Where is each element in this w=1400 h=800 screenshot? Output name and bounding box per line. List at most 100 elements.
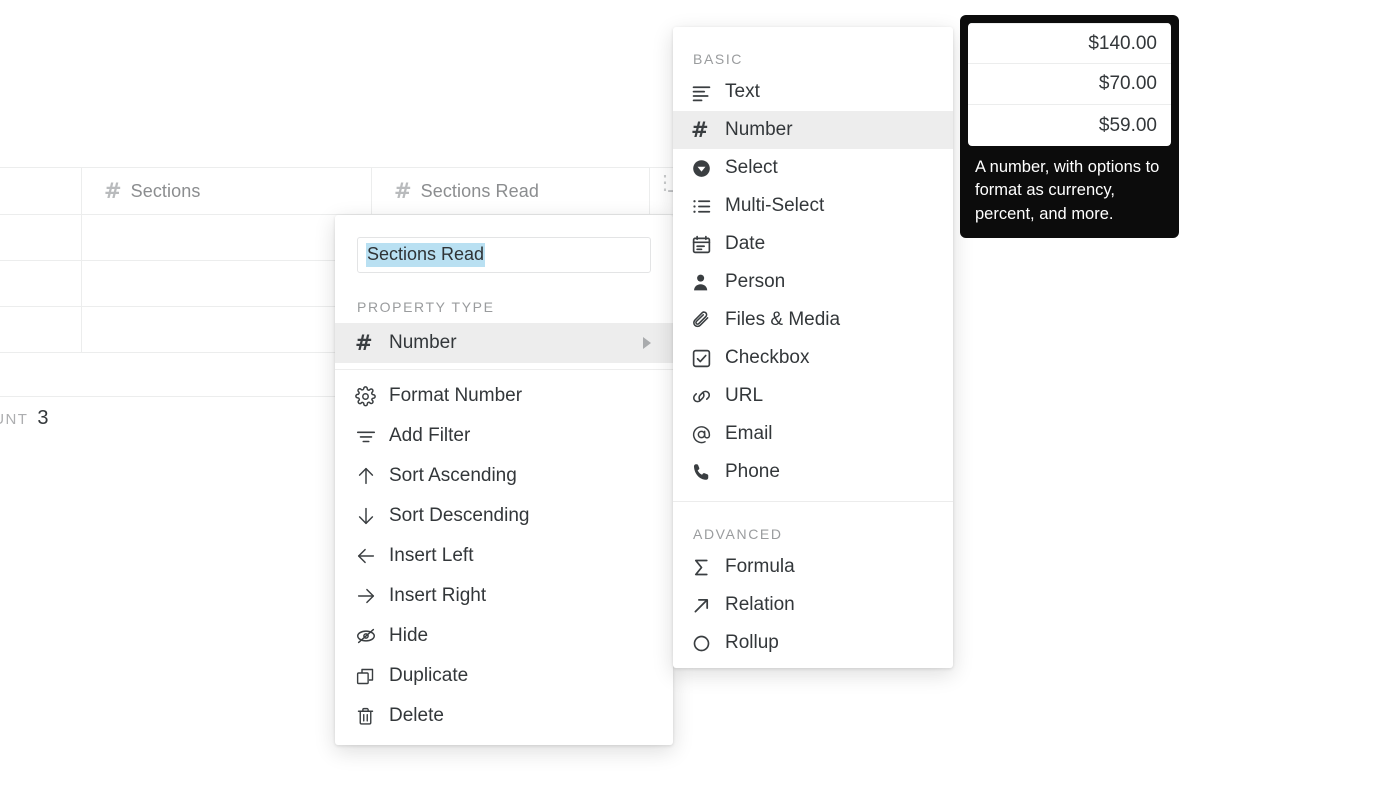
- hash-icon: #: [104, 179, 122, 203]
- type-item-label: Relation: [725, 594, 795, 615]
- type-item-checkbox[interactable]: Checkbox: [673, 339, 953, 377]
- type-item-label: Email: [725, 423, 773, 444]
- menu-item-label: Sort Ascending: [389, 465, 517, 486]
- column-header-sections[interactable]: # Sections: [82, 168, 372, 214]
- type-item-url[interactable]: URL: [673, 377, 953, 415]
- tooltip-preview-row: $70.00: [968, 64, 1171, 105]
- arrow-right-icon: [355, 585, 385, 607]
- arrow-up-icon: [355, 465, 385, 487]
- type-item-label: Multi-Select: [725, 195, 825, 216]
- hash-icon: #: [355, 331, 373, 355]
- type-menu-divider: [673, 501, 953, 502]
- count-label: COUNT: [0, 411, 29, 428]
- row-handle-cell: [0, 307, 82, 352]
- menu-item-property-type-number[interactable]: # Number: [335, 323, 673, 363]
- tooltip-description: A number, with options to format as curr…: [975, 158, 1160, 223]
- type-item-phone[interactable]: Phone: [673, 453, 953, 491]
- hash-icon: #: [691, 118, 709, 142]
- table-cell-sections[interactable]: [82, 215, 372, 260]
- menu-item-label: Number: [389, 332, 457, 353]
- type-item-label: Select: [725, 157, 778, 178]
- property-name-input[interactable]: Sections Read: [357, 237, 651, 273]
- menu-item-duplicate[interactable]: Duplicate: [335, 656, 673, 696]
- type-item-number[interactable]: # Number: [673, 111, 953, 149]
- chevron-right-icon: [643, 337, 651, 349]
- calendar-icon: [691, 234, 721, 255]
- multi-select-icon: [691, 196, 721, 217]
- type-item-formula[interactable]: Formula: [673, 548, 953, 586]
- person-icon: [691, 272, 721, 293]
- rollup-icon: [691, 633, 721, 654]
- type-item-email[interactable]: Email: [673, 415, 953, 453]
- count-value: 3: [37, 407, 49, 429]
- type-item-label: Files & Media: [725, 309, 841, 330]
- basic-section-label: BASIC: [693, 51, 744, 67]
- arrow-diagonal-icon: [691, 595, 721, 616]
- type-item-label: Person: [725, 271, 786, 292]
- at-icon: [691, 424, 721, 445]
- menu-item-sort-descending[interactable]: Sort Descending: [335, 496, 673, 536]
- hash-icon: #: [394, 179, 412, 203]
- menu-item-hide[interactable]: Hide: [335, 616, 673, 656]
- menu-item-insert-left[interactable]: Insert Left: [335, 536, 673, 576]
- menu-item-sort-ascending[interactable]: Sort Ascending: [335, 456, 673, 496]
- type-item-date[interactable]: Date: [673, 225, 953, 263]
- column-header-label: Sections Read: [420, 180, 539, 201]
- table-cell-sections[interactable]: [82, 307, 372, 352]
- type-item-label: Number: [725, 119, 793, 140]
- arrow-down-icon: [355, 505, 385, 527]
- property-type-submenu: BASIC Text # Number Select Multi-Select …: [673, 27, 953, 668]
- type-item-label: Rollup: [725, 632, 779, 653]
- tooltip-preview-card: $140.00 $70.00 $59.00: [968, 23, 1171, 146]
- number-type-tooltip: $140.00 $70.00 $59.00 A number, with opt…: [960, 15, 1179, 239]
- type-item-relation[interactable]: Relation: [673, 586, 953, 624]
- eye-slash-icon: [355, 625, 385, 647]
- menu-item-label: Add Filter: [389, 425, 471, 446]
- phone-icon: [691, 462, 721, 483]
- type-item-rollup[interactable]: Rollup: [673, 624, 953, 662]
- column-header-sections-read[interactable]: # Sections Read: [372, 168, 650, 214]
- type-item-files-media[interactable]: Files & Media: [673, 301, 953, 339]
- menu-item-label: Duplicate: [389, 665, 469, 686]
- arrow-left-icon: [355, 545, 385, 567]
- type-item-label: Text: [725, 81, 760, 102]
- filter-icon: [355, 425, 385, 447]
- menu-item-format-number[interactable]: Format Number: [335, 376, 673, 416]
- type-item-text[interactable]: Text: [673, 73, 953, 111]
- tooltip-preview-row: $59.00: [1098, 114, 1157, 136]
- type-item-label: Formula: [725, 556, 795, 577]
- gear-icon: [355, 385, 385, 407]
- table-cell-sections[interactable]: [82, 261, 372, 306]
- table-header-row: # Sections # Sections Read +: [0, 167, 700, 215]
- menu-divider: [335, 369, 673, 370]
- row-handle-cell: [0, 215, 82, 260]
- menu-item-add-filter[interactable]: Add Filter: [335, 416, 673, 456]
- type-item-select[interactable]: Select: [673, 149, 953, 187]
- menu-item-insert-right[interactable]: Insert Right: [335, 576, 673, 616]
- tooltip-preview-row: $140.00: [968, 23, 1171, 64]
- menu-item-delete[interactable]: Delete: [335, 696, 673, 736]
- duplicate-icon: [355, 666, 385, 687]
- table-count-summary[interactable]: COUNT 3: [0, 407, 48, 430]
- row-options-icon[interactable]: ⋮: [655, 173, 675, 193]
- row-handle-cell: [0, 261, 82, 306]
- type-item-label: Checkbox: [725, 347, 810, 368]
- advanced-section-label: ADVANCED: [693, 526, 783, 542]
- link-icon: [691, 386, 721, 407]
- menu-item-label: Sort Descending: [389, 505, 530, 526]
- text-icon: [691, 82, 721, 103]
- property-name-value: Sections Read: [366, 243, 486, 267]
- type-item-person[interactable]: Person: [673, 263, 953, 301]
- type-item-label: URL: [725, 385, 764, 406]
- paperclip-icon: [691, 310, 721, 331]
- trash-icon: [355, 706, 385, 727]
- menu-item-label: Hide: [389, 625, 429, 646]
- checkbox-icon: [691, 348, 721, 369]
- sigma-icon: [691, 557, 721, 578]
- menu-item-label: Delete: [389, 705, 444, 726]
- property-context-menu: Sections Read PROPERTY TYPE # Number For…: [335, 215, 673, 745]
- type-item-multi-select[interactable]: Multi-Select: [673, 187, 953, 225]
- column-header-label: Sections: [130, 180, 201, 201]
- menu-item-label: Insert Left: [389, 545, 474, 566]
- menu-item-label: Insert Right: [389, 585, 487, 606]
